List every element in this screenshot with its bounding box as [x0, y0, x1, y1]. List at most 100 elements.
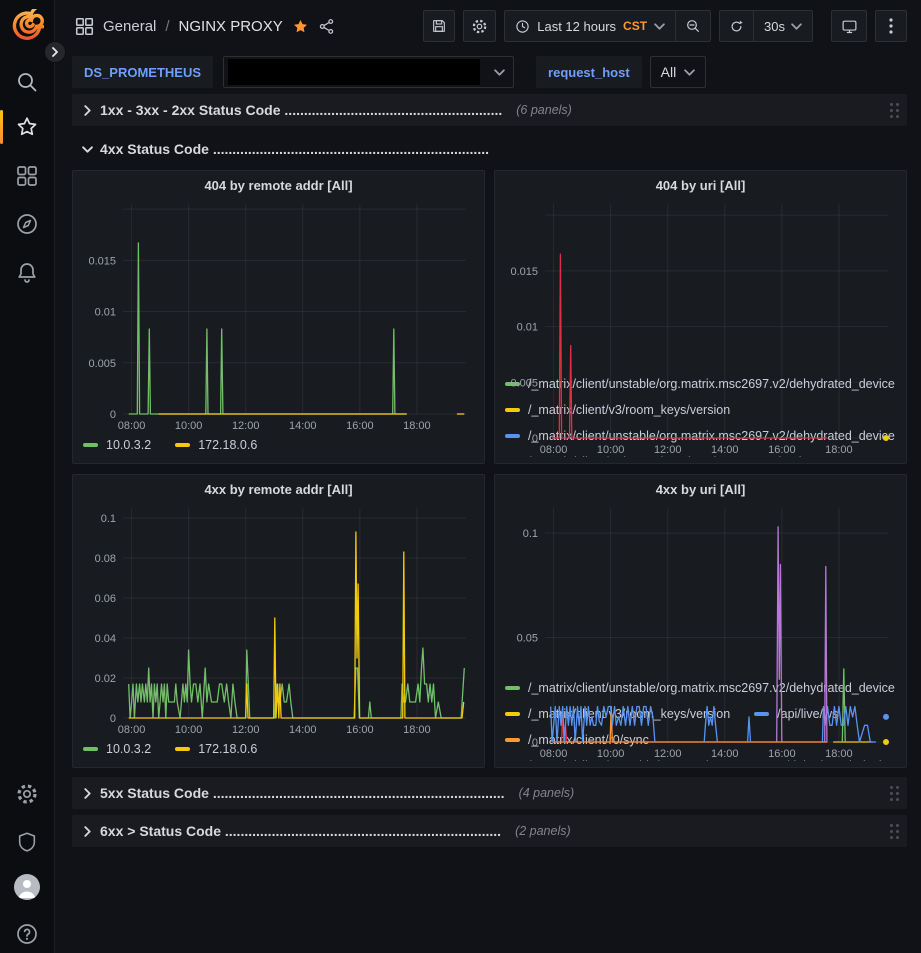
y-tick-label: 0.1	[523, 528, 538, 540]
sidebar-item-search[interactable]	[0, 64, 54, 100]
y-tick-label: 0.015	[88, 255, 116, 267]
y-tick-label: 0.06	[95, 593, 116, 605]
search-icon	[15, 70, 39, 94]
sidebar-item-server-admin[interactable]	[0, 824, 54, 860]
row-header-6xx[interactable]: 6xx > Status Code ......................…	[72, 815, 907, 847]
star-icon	[15, 115, 39, 139]
page-title: NGINX PROXY	[179, 18, 283, 35]
series-line	[777, 527, 782, 742]
panel-title[interactable]: 404 by uri [All]	[503, 171, 898, 198]
dashboard-grid-icon	[75, 17, 94, 36]
sidebar-item-starred[interactable]	[0, 109, 54, 145]
kebab-menu-icon	[889, 18, 893, 34]
sidebar-expand-button[interactable]	[44, 41, 66, 63]
dashboard-settings-button[interactable]	[463, 10, 496, 42]
x-tick-label: 12:00	[654, 444, 682, 456]
y-tick-label: 0.08	[95, 553, 116, 565]
x-tick-label: 10:00	[597, 444, 625, 456]
dashboard-body: 1xx - 3xx - 2xx Status Code ............…	[55, 92, 921, 847]
sidebar-item-dashboards[interactable]	[0, 158, 54, 194]
y-tick-label: 0.01	[517, 322, 538, 334]
x-tick-label: 16:00	[768, 748, 796, 760]
sidebar-item-explore[interactable]	[0, 206, 54, 242]
legend-item[interactable]: 172.18.0.6	[175, 438, 257, 452]
row-title: 4xx Status Code ........................…	[100, 141, 489, 157]
apps-grid-icon	[16, 165, 38, 187]
y-tick-label: 0.015	[510, 266, 538, 278]
sidebar-item-alerting[interactable]	[0, 254, 54, 290]
x-tick-label: 08:00	[118, 420, 146, 432]
panel-grid: 404 by remote addr [All] 00.0050.010.015…	[72, 170, 907, 768]
time-range-picker[interactable]: Last 12 hours CST	[505, 11, 675, 41]
chart-area[interactable]: 00.0050.010.01508:0010:0012:0014:0016:00…	[503, 198, 898, 371]
row-drag-handle[interactable]	[890, 786, 899, 801]
legend-item[interactable]: 172.18.0.6	[175, 742, 257, 756]
sidebar-item-help[interactable]	[0, 916, 54, 952]
chart-canvas[interactable]: 00.0050.010.01508:0010:0012:0014:0016:00…	[503, 198, 898, 457]
row-header-4xx[interactable]: 4xx Status Code ........................…	[72, 134, 907, 164]
save-dashboard-button[interactable]	[423, 10, 455, 42]
legend-label: 10.0.3.2	[106, 742, 151, 756]
y-tick-label: 0	[110, 713, 116, 725]
panel-title[interactable]: 4xx by remote addr [All]	[81, 475, 476, 502]
x-tick-label: 18:00	[403, 724, 431, 736]
favorite-star-icon[interactable]	[292, 18, 309, 35]
shield-icon	[16, 830, 38, 854]
x-tick-label: 14:00	[289, 724, 317, 736]
cycle-view-mode-button[interactable]	[831, 10, 867, 42]
row-title: 5xx Status Code ........................…	[100, 785, 505, 801]
zoom-out-button[interactable]	[676, 11, 710, 41]
panel-title[interactable]: 404 by remote addr [All]	[81, 171, 476, 198]
chart-canvas[interactable]: 00.050.108:0010:0012:0014:0016:0018:00	[503, 502, 898, 761]
x-tick-label: 14:00	[711, 444, 739, 456]
request-host-variable-select[interactable]: All	[650, 56, 707, 88]
x-tick-label: 16:00	[768, 444, 796, 456]
series-line	[552, 254, 827, 438]
sidebar	[0, 0, 55, 953]
monitor-icon	[841, 18, 858, 35]
x-tick-label: 18:00	[403, 420, 431, 432]
legend-row: 10.0.3.2 172.18.0.6	[83, 433, 476, 457]
x-tick-label: 08:00	[540, 444, 568, 456]
grafana-logo[interactable]	[0, 8, 54, 44]
chart-area[interactable]: 00.020.040.060.080.108:0010:0012:0014:00…	[81, 502, 476, 737]
x-tick-label: 08:00	[118, 724, 146, 736]
legend-label: 172.18.0.6	[198, 742, 257, 756]
panel-404-by-uri: 404 by uri [All] 00.0050.010.01508:0010:…	[494, 170, 907, 464]
chart-canvas[interactable]: 00.0050.010.01508:0010:0012:0014:0016:00…	[81, 198, 476, 433]
y-tick-label: 0.02	[95, 673, 116, 685]
row-drag-handle[interactable]	[890, 103, 899, 118]
x-tick-label: 12:00	[654, 748, 682, 760]
grafana-logo-icon	[10, 9, 44, 43]
compass-icon	[15, 212, 39, 236]
legend-item[interactable]: 10.0.3.2	[83, 438, 151, 452]
legend-item[interactable]: 10.0.3.2	[83, 742, 151, 756]
user-icon	[14, 874, 40, 900]
chevron-down-icon	[494, 67, 505, 78]
row-panel-count: (6 panels)	[516, 103, 572, 117]
gear-icon	[15, 782, 39, 806]
row-drag-handle[interactable]	[890, 824, 899, 839]
chevron-down-icon	[684, 67, 695, 78]
y-tick-label: 0	[532, 737, 538, 749]
toolbar-actions: Last 12 hours CST	[423, 10, 907, 42]
datasource-variable-select[interactable]	[223, 56, 514, 88]
breadcrumb-folder[interactable]: General	[103, 18, 156, 35]
more-options-button[interactable]	[875, 10, 907, 42]
row-header-1xx-3xx-2xx[interactable]: 1xx - 3xx - 2xx Status Code ............…	[72, 94, 907, 126]
chart-canvas[interactable]: 00.020.040.060.080.108:0010:0012:0014:00…	[81, 502, 476, 737]
redacted-value	[228, 59, 480, 85]
gear-icon	[471, 18, 488, 35]
sidebar-item-profile[interactable]	[0, 869, 54, 905]
share-icon[interactable]	[318, 18, 335, 35]
row-header-5xx[interactable]: 5xx Status Code ........................…	[72, 777, 907, 809]
request-host-variable-label: request_host	[536, 56, 642, 88]
panel-title[interactable]: 4xx by uri [All]	[503, 475, 898, 502]
refresh-button[interactable]	[720, 11, 753, 41]
refresh-interval-picker[interactable]: 30s	[754, 11, 812, 41]
chart-area[interactable]: 00.050.108:0010:0012:0014:0016:0018:00	[503, 502, 898, 675]
sidebar-item-configuration[interactable]	[0, 776, 54, 812]
chart-area[interactable]: 00.0050.010.01508:0010:0012:0014:0016:00…	[81, 198, 476, 433]
legend-swatch	[83, 443, 98, 447]
timezone-badge: CST	[623, 19, 647, 33]
